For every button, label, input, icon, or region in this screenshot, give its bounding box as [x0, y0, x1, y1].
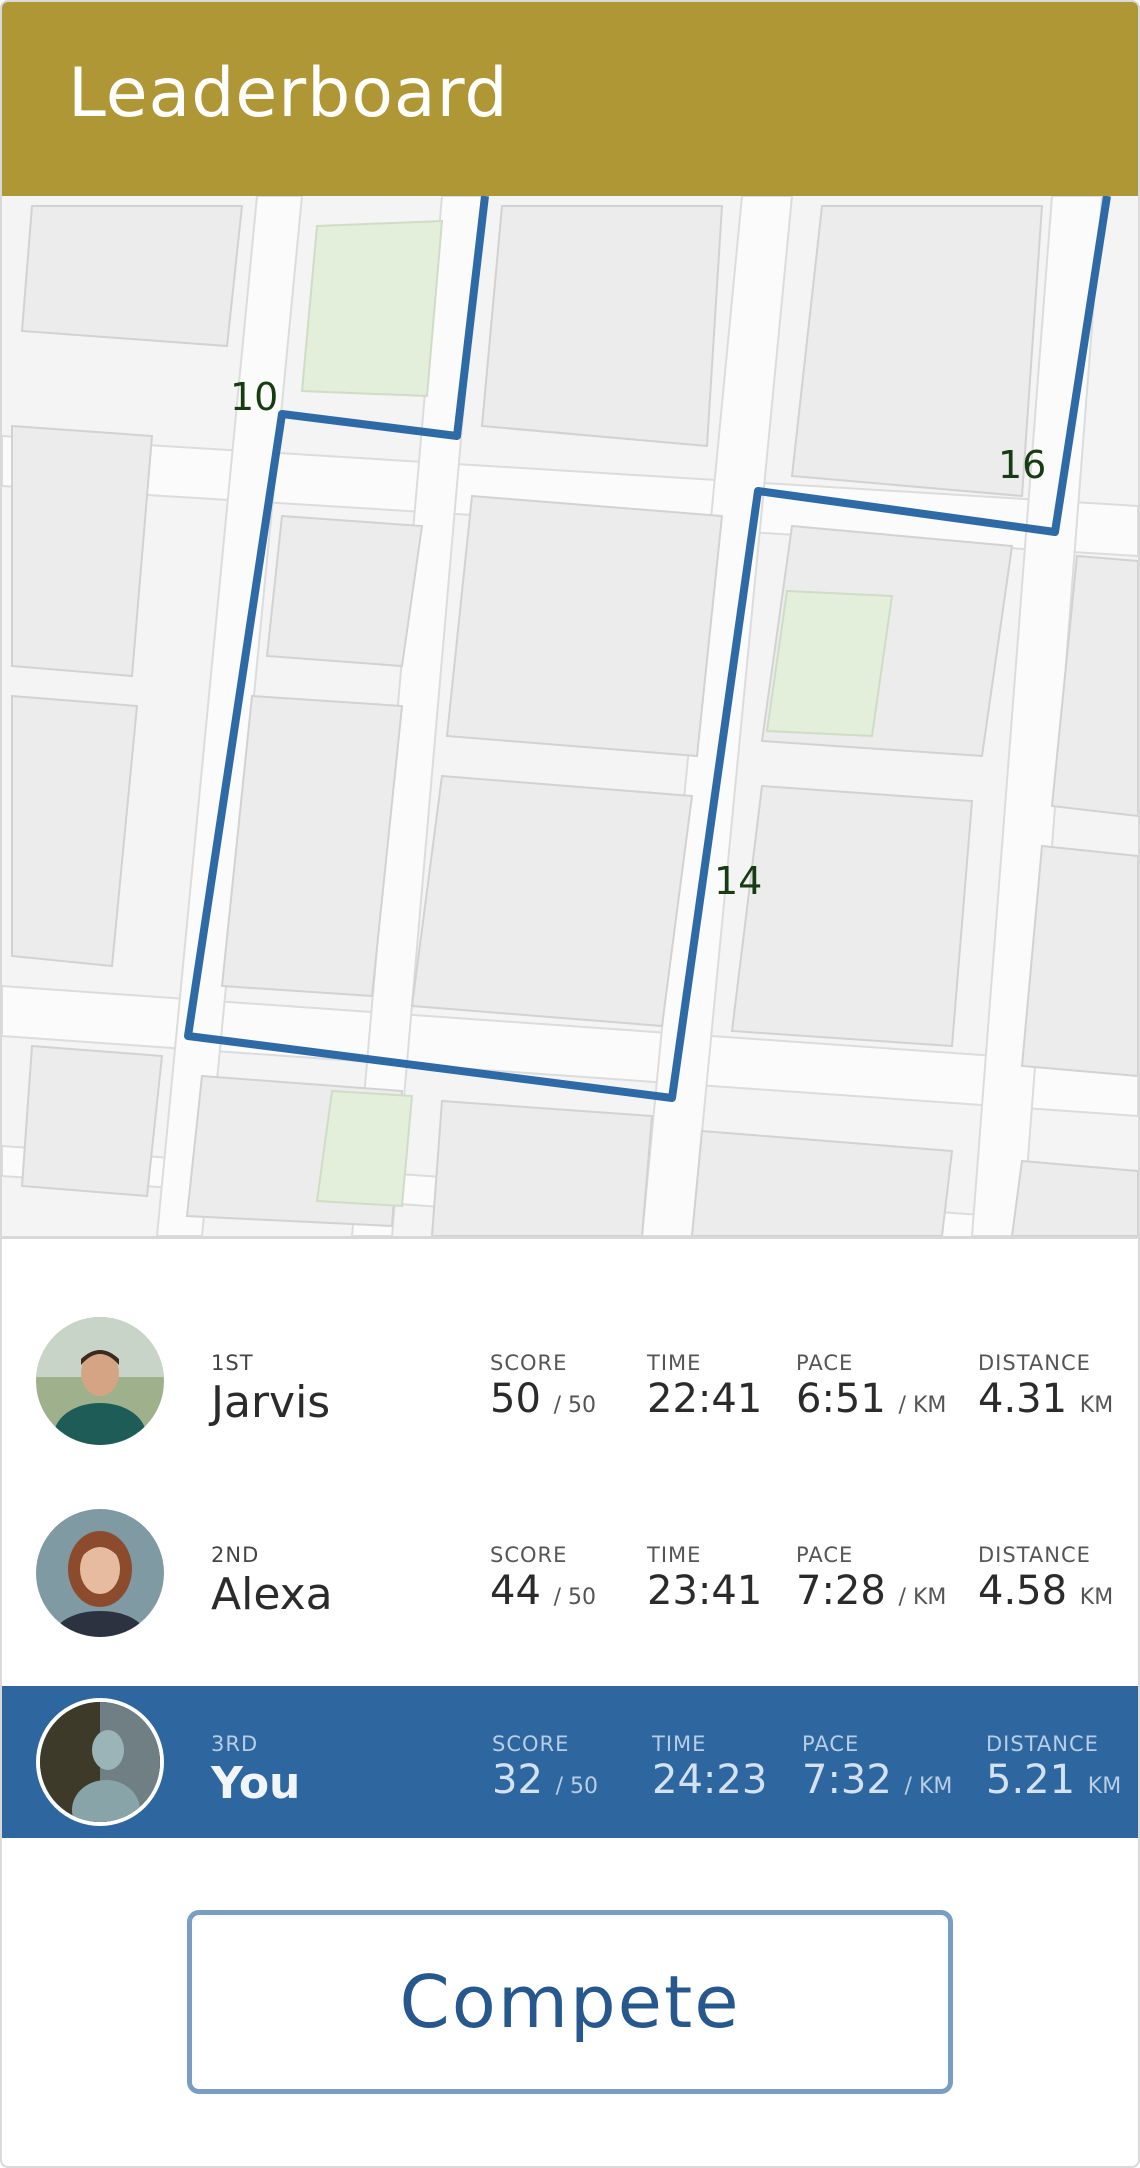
- distance-value: 4.31 KM: [978, 1376, 1114, 1422]
- rank-label: 1ST: [211, 1351, 254, 1375]
- time-label: TIME: [647, 1543, 702, 1567]
- map-canvas: 10 16 14: [2, 196, 1138, 1236]
- time-label: TIME: [647, 1351, 702, 1375]
- runner-name: Jarvis: [211, 1377, 331, 1428]
- distance-label: DISTANCE: [978, 1351, 1091, 1375]
- pace-value: 6:51 / KM: [796, 1376, 947, 1422]
- distance-label: DISTANCE: [978, 1543, 1091, 1567]
- score-value: 50 / 50: [490, 1376, 597, 1422]
- map-marker-14: 14: [714, 859, 762, 903]
- page-title: Leaderboard: [68, 54, 509, 133]
- rank-label: 2ND: [211, 1543, 260, 1567]
- rank-label: 3RD: [211, 1732, 259, 1756]
- pace-label: PACE: [796, 1351, 854, 1375]
- time-value: 23:41: [647, 1568, 763, 1614]
- time-label: TIME: [652, 1732, 707, 1756]
- distance-label: DISTANCE: [986, 1732, 1099, 1756]
- distance-value: 5.21 KM: [986, 1757, 1122, 1803]
- score-value: 32 / 50: [492, 1757, 599, 1803]
- leaderboard-screen: Leaderboard 10 16 14 1ST Jarvis SCORE 50…: [0, 0, 1140, 2168]
- pace-label: PACE: [796, 1543, 854, 1567]
- avatar: [36, 1698, 164, 1826]
- compete-button[interactable]: Compete: [187, 1910, 953, 2094]
- app-header: Leaderboard: [2, 2, 1138, 196]
- time-value: 24:23: [652, 1757, 768, 1803]
- score-label: SCORE: [492, 1732, 570, 1756]
- score-label: SCORE: [490, 1543, 568, 1567]
- map-marker-10: 10: [230, 375, 278, 419]
- distance-value: 4.58 KM: [978, 1568, 1114, 1614]
- leaderboard-row[interactable]: 1ST Jarvis SCORE 50 / 50 TIME 22:41 PACE…: [2, 1305, 1138, 1457]
- avatar: [36, 1317, 164, 1445]
- pace-value: 7:28 / KM: [796, 1568, 947, 1614]
- pace-label: PACE: [802, 1732, 860, 1756]
- route-map[interactable]: 10 16 14: [2, 196, 1138, 1239]
- time-value: 22:41: [647, 1376, 763, 1422]
- score-label: SCORE: [490, 1351, 568, 1375]
- score-value: 44 / 50: [490, 1568, 597, 1614]
- leaderboard-row-current-user[interactable]: 3RD You SCORE 32 / 50 TIME 24:23 PACE 7:…: [2, 1686, 1138, 1838]
- pace-value: 7:32 / KM: [802, 1757, 953, 1803]
- map-marker-16: 16: [998, 443, 1046, 487]
- runner-name: Alexa: [211, 1569, 333, 1620]
- leaderboard-row[interactable]: 2ND Alexa SCORE 44 / 50 TIME 23:41 PACE …: [2, 1497, 1138, 1649]
- avatar: [36, 1509, 164, 1637]
- runner-name: You: [211, 1758, 301, 1809]
